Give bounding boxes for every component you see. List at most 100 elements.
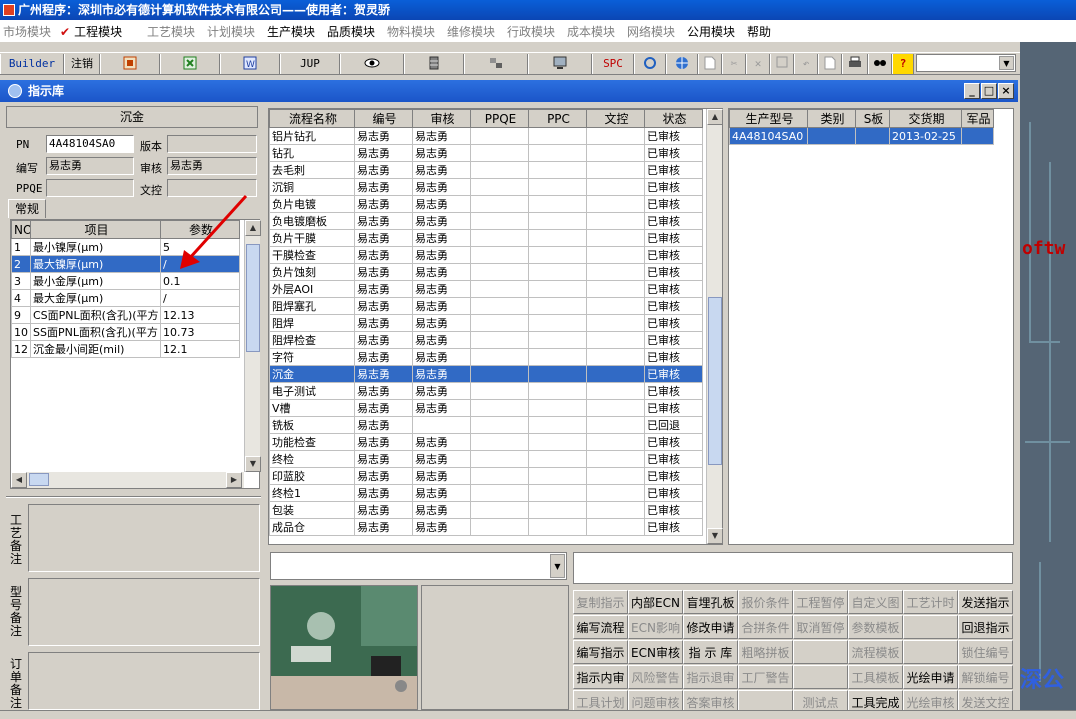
process-cell[interactable]: 易志勇 — [412, 246, 471, 264]
process-cell[interactable]: 外层AOI — [269, 280, 355, 298]
process-cell[interactable] — [470, 229, 529, 247]
tab-general[interactable]: 常规 — [8, 199, 47, 218]
menu-plan[interactable]: 计划模块 — [207, 23, 255, 40]
action-button[interactable] — [903, 640, 958, 664]
menu-engineering[interactable]: ✔ 工程模块 — [60, 23, 122, 40]
process-cell[interactable]: 易志勇 — [412, 467, 471, 485]
scroll-thumb[interactable] — [708, 297, 722, 465]
process-cell[interactable]: 包装 — [269, 501, 355, 519]
action-button[interactable]: 光绘申请 — [903, 665, 958, 689]
table-row[interactable]: 阻焊 易志勇 易志勇 已审核 — [269, 314, 703, 332]
maximize-button[interactable]: □ — [981, 83, 997, 99]
process-cell[interactable]: 易志勇 — [412, 161, 471, 179]
process-cell[interactable] — [586, 331, 645, 349]
action-button[interactable]: 编写指示 — [573, 640, 628, 664]
process-cell[interactable]: 已审核 — [644, 178, 703, 196]
process-cell[interactable]: 易志勇 — [412, 365, 471, 383]
action-button[interactable]: 工程暂停 — [793, 590, 848, 614]
table-row[interactable]: 沉铜 易志勇 易志勇 已审核 — [269, 178, 703, 196]
process-cell[interactable] — [586, 314, 645, 332]
param-no[interactable]: 1 — [11, 238, 31, 256]
process-cell[interactable] — [586, 365, 645, 383]
process-cell[interactable] — [470, 365, 529, 383]
table-row[interactable]: 4 最大金厚(μm) / — [11, 289, 240, 307]
scroll-up-icon[interactable]: ▲ — [707, 109, 723, 125]
param-no[interactable]: 10 — [11, 323, 31, 341]
process-cell[interactable] — [528, 195, 587, 213]
process-cell[interactable]: 易志勇 — [412, 450, 471, 468]
process-cell[interactable] — [528, 518, 587, 536]
process-cell[interactable]: 易志勇 — [412, 348, 471, 366]
text-input[interactable] — [573, 552, 1013, 584]
process-cell[interactable]: 已审核 — [644, 484, 703, 502]
action-button[interactable]: 修改申请 — [683, 615, 738, 639]
param-value[interactable]: 12.1 — [160, 340, 240, 358]
table-row[interactable]: 干膜检查 易志勇 易志勇 已审核 — [269, 246, 703, 264]
process-cell[interactable]: 易志勇 — [412, 314, 471, 332]
process-cell[interactable] — [470, 144, 529, 162]
process-cell[interactable]: 已审核 — [644, 382, 703, 400]
action-button[interactable]: 复制指示 — [573, 590, 628, 614]
process-cell[interactable] — [586, 501, 645, 519]
process-cell[interactable]: 易志勇 — [354, 518, 413, 536]
param-item[interactable]: CS面PNL面积(含孔)(平方 — [30, 306, 161, 324]
process-cell[interactable] — [528, 399, 587, 417]
process-cell[interactable]: 已审核 — [644, 433, 703, 451]
cut-icon[interactable]: ✂ — [722, 54, 746, 74]
process-cell[interactable]: 易志勇 — [354, 178, 413, 196]
model-note-field[interactable] — [28, 578, 260, 646]
process-cell[interactable]: 易志勇 — [354, 365, 413, 383]
process-cell[interactable] — [528, 433, 587, 451]
process-cell[interactable]: 已审核 — [644, 467, 703, 485]
process-cell[interactable]: 已审核 — [644, 127, 703, 145]
process-cell[interactable] — [470, 518, 529, 536]
table-row[interactable]: 4A48104SA0 2013-02-25 — [729, 127, 994, 145]
process-cell[interactable]: 易志勇 — [354, 382, 413, 400]
table-row[interactable]: 终检 易志勇 易志勇 已审核 — [269, 450, 703, 468]
table-row[interactable]: 负片蚀刻 易志勇 易志勇 已审核 — [269, 263, 703, 281]
action-button[interactable]: 粗略拼板 — [738, 640, 793, 664]
order-header-cell[interactable]: 交货期 — [889, 109, 962, 128]
table-row[interactable]: 沉金 易志勇 易志勇 已审核 — [269, 365, 703, 383]
process-cell[interactable] — [470, 348, 529, 366]
process-cell[interactable] — [586, 518, 645, 536]
process-cell[interactable] — [528, 178, 587, 196]
process-cell[interactable]: 已审核 — [644, 263, 703, 281]
process-cell[interactable]: 负片蚀刻 — [269, 263, 355, 281]
pdf-icon[interactable] — [100, 54, 160, 74]
new-icon[interactable] — [698, 54, 722, 74]
param-item[interactable]: 最大镍厚(μm) — [30, 255, 161, 273]
process-scrollbar[interactable]: ▲ ▼ — [706, 109, 723, 544]
process-cell[interactable] — [528, 127, 587, 145]
process-cell[interactable]: 易志勇 — [354, 246, 413, 264]
menu-help[interactable]: 帮助 — [747, 23, 771, 40]
table-row[interactable]: 10 SS面PNL面积(含孔)(平方 10.73 — [11, 323, 240, 341]
process-cell[interactable] — [470, 314, 529, 332]
process-cell[interactable]: 已审核 — [644, 348, 703, 366]
process-cell[interactable] — [528, 331, 587, 349]
menu-production[interactable]: 生产模块 — [267, 23, 315, 40]
process-cell[interactable] — [470, 467, 529, 485]
order-cell[interactable] — [961, 127, 994, 145]
order-header-cell[interactable]: 生产型号 — [729, 109, 808, 128]
process-cell[interactable]: 易志勇 — [412, 518, 471, 536]
process-cell[interactable]: 阻焊塞孔 — [269, 297, 355, 315]
process-cell[interactable]: 易志勇 — [412, 399, 471, 417]
process-cell[interactable]: V槽 — [269, 399, 355, 417]
action-button[interactable] — [903, 615, 958, 639]
process-cell[interactable]: 易志勇 — [412, 195, 471, 213]
param-no[interactable]: 2 — [11, 255, 31, 273]
menu-cost[interactable]: 成本模块 — [567, 23, 615, 40]
process-cell[interactable]: 铣板 — [269, 416, 355, 434]
action-button[interactable]: 内部ECN — [628, 590, 683, 614]
process-header-cell[interactable]: 审核 — [412, 109, 471, 128]
order-cell[interactable] — [855, 127, 890, 145]
help-icon[interactable]: ? — [892, 54, 914, 74]
action-button[interactable]: 工厂警告 — [738, 665, 793, 689]
table-row[interactable]: 钻孔 易志勇 易志勇 已审核 — [269, 144, 703, 162]
database-icon[interactable] — [404, 54, 464, 74]
process-cell[interactable]: 字符 — [269, 348, 355, 366]
excel-icon[interactable] — [160, 54, 220, 74]
process-cell[interactable]: 易志勇 — [354, 399, 413, 417]
process-cell[interactable]: 沉金 — [269, 365, 355, 383]
